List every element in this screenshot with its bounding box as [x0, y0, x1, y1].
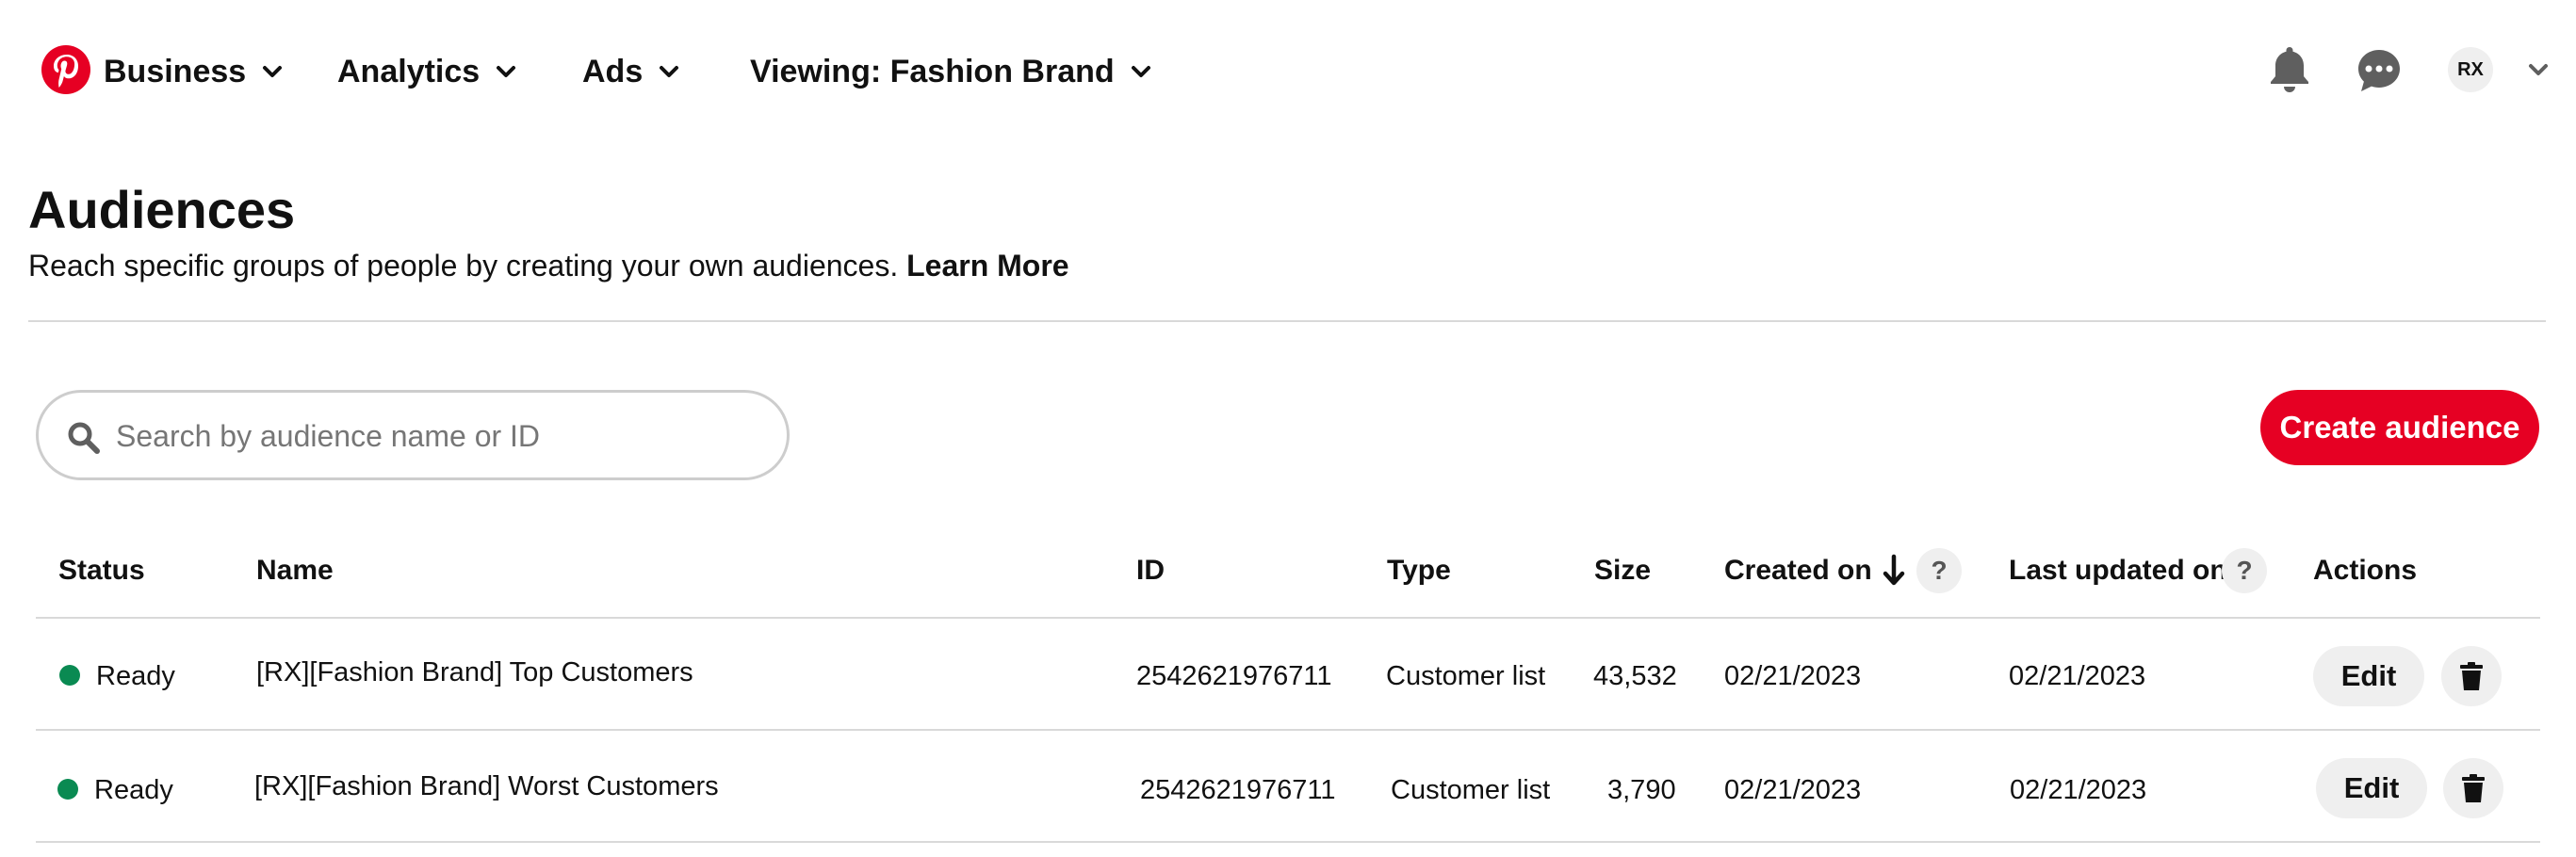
table-row: Ready [RX][Fashion Brand] Top Customers … [0, 620, 2576, 731]
ads-menu[interactable]: Ads [582, 47, 682, 96]
column-header-actions: Actions [2313, 555, 2418, 586]
sort-descending-arrow-icon[interactable] [1881, 554, 1907, 588]
created-on-date: 02/21/2023 [1724, 661, 1862, 691]
row-divider [36, 729, 2540, 731]
column-header-status: Status [58, 555, 145, 586]
create-audience-button[interactable]: Create audience [2260, 390, 2539, 465]
analytics-label: Analytics [337, 53, 481, 89]
audience-id: 2542621976711 [1136, 661, 1332, 691]
account-menu-chevron-down-icon[interactable] [2525, 57, 2552, 83]
top-nav: Business Analytics Ads Viewing: Fashion … [0, 0, 2576, 143]
audience-type: Customer list [1386, 661, 1546, 691]
audience-type: Customer list [1391, 775, 1551, 805]
chevron-down-icon [1131, 66, 1150, 77]
column-header-last-updated-on: Last updated on [2009, 555, 2227, 586]
audience-name[interactable]: [RX][Fashion Brand] Top Customers [256, 655, 693, 689]
column-header-name: Name [256, 555, 334, 586]
last-updated-date: 02/21/2023 [2010, 775, 2147, 805]
chevron-down-icon [263, 66, 283, 77]
delete-button[interactable] [2443, 758, 2503, 818]
ads-label: Ads [582, 53, 644, 89]
created-on-date: 02/21/2023 [1724, 775, 1862, 805]
search-box [36, 390, 790, 480]
column-header-id: ID [1136, 555, 1165, 586]
audience-id: 2542621976711 [1140, 775, 1336, 805]
status-text: Ready [94, 775, 173, 805]
table-header-divider [36, 617, 2540, 619]
last-updated-help-icon[interactable]: ? [2222, 548, 2267, 593]
search-input[interactable] [116, 408, 766, 464]
analytics-menu[interactable]: Analytics [337, 47, 519, 96]
page-title: Audiences [28, 180, 296, 239]
last-updated-date: 02/21/2023 [2009, 661, 2146, 691]
column-header-created-on[interactable]: Created on [1724, 554, 1872, 588]
business-menu[interactable]: Business [104, 47, 285, 96]
message-icon[interactable] [2356, 47, 2403, 94]
row-divider [36, 841, 2540, 843]
viewing-label: Viewing: Fashion Brand [750, 53, 1115, 89]
audience-size: 43,532 [1593, 661, 1677, 691]
help-glyph: ? [2236, 556, 2253, 585]
learn-more-link[interactable]: Learn More [906, 249, 1068, 283]
delete-button[interactable] [2441, 646, 2502, 706]
edit-button[interactable]: Edit [2316, 758, 2427, 818]
audience-name[interactable]: [RX][Fashion Brand] Worst Customers [254, 769, 719, 803]
business-label: Business [104, 53, 247, 89]
avatar[interactable]: RX [2448, 47, 2493, 92]
column-header-type: Type [1387, 555, 1451, 586]
created-on-help-icon[interactable]: ? [1916, 548, 1962, 593]
subtitle-text: Reach specific groups of people by creat… [28, 249, 899, 283]
column-header-size: Size [1594, 555, 1652, 586]
edit-button[interactable]: Edit [2313, 646, 2424, 706]
page-subtitle: Reach specific groups of people by creat… [28, 247, 1069, 284]
bell-icon[interactable] [2267, 45, 2312, 96]
header-divider [28, 320, 2546, 322]
chevron-down-icon [497, 66, 516, 77]
trash-icon [2460, 662, 2483, 690]
pinterest-logo-icon[interactable] [41, 45, 90, 94]
audience-size: 3,790 [1607, 775, 1676, 805]
status-ready-dot [59, 665, 80, 686]
help-glyph: ? [1931, 556, 1948, 585]
avatar-initials: RX [2457, 58, 2484, 80]
trash-icon [2462, 774, 2485, 802]
search-icon [68, 422, 100, 454]
status-text: Ready [96, 661, 175, 691]
status-ready-dot [57, 779, 78, 800]
chevron-down-icon [660, 66, 679, 77]
viewing-account-menu[interactable]: Viewing: Fashion Brand [750, 47, 1154, 96]
table-row: Ready [RX][Fashion Brand] Worst Customer… [0, 732, 2576, 843]
